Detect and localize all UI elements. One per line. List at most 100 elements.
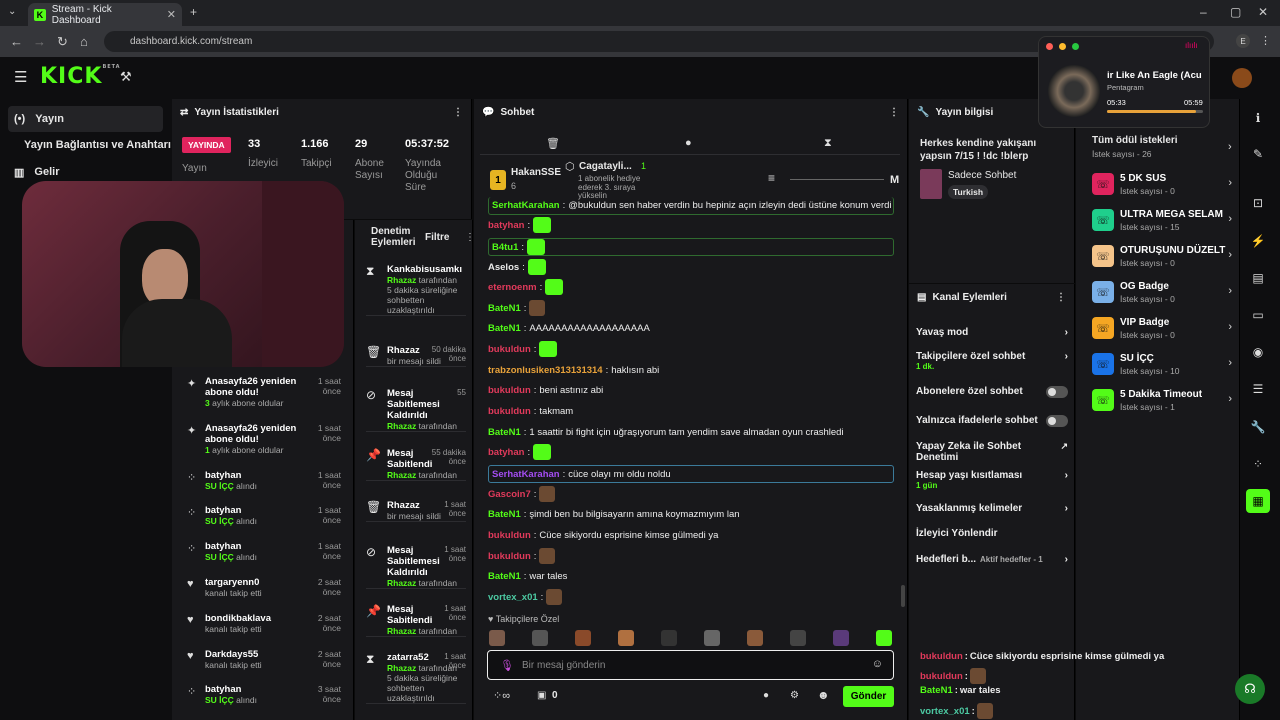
new-tab-icon[interactable]: + <box>190 5 197 19</box>
follower-avatar[interactable] <box>704 630 720 646</box>
follower-avatar[interactable] <box>833 630 849 646</box>
chat-scrollbar[interactable] <box>901 585 905 607</box>
channel-action-item[interactable]: Hesap yaşı kısıtlaması 1 gün › <box>916 470 1068 490</box>
chat-username[interactable]: B4tu1 <box>492 242 518 253</box>
reward-item[interactable]: ☏ 5 DK SUS İstek sayısı - 0 › <box>1092 171 1236 201</box>
emoji-icon[interactable]: ☺ <box>872 658 883 670</box>
mic-icon[interactable]: 🎙 <box>500 659 514 672</box>
channel-action-item[interactable]: Yapay Zeka ile Sohbet Denetimi ↗ <box>916 441 1068 463</box>
chat-username[interactable]: eternoenm <box>488 282 537 293</box>
chat-username[interactable]: vortex_x01 <box>488 592 538 603</box>
chat-username[interactable]: trabzonlusiken313131314 <box>488 365 603 376</box>
chat-settings-bubble-icon[interactable]: ● <box>763 690 769 701</box>
minimize-icon[interactable]: – <box>1200 5 1207 19</box>
all-rewards-label[interactable]: Tüm ödül istekleri <box>1092 135 1178 146</box>
lightning-icon[interactable]: ⚡ <box>1246 229 1270 253</box>
all-rewards-arrow-icon[interactable]: › <box>1228 141 1232 153</box>
follower-avatar[interactable] <box>489 630 505 646</box>
follower-avatar[interactable] <box>747 630 763 646</box>
reward-item[interactable]: ☏ SU İÇÇ İstek sayısı - 10 › <box>1092 351 1236 381</box>
top-gifter-name[interactable]: HakanSSE <box>511 167 561 178</box>
chat-username[interactable]: SerhatKarahan <box>492 200 560 211</box>
channel-action-item[interactable]: Yasaklanmış kelimeler › <box>916 503 1068 514</box>
kick-logo[interactable]: KICKBETA <box>40 64 121 89</box>
chat-input-box[interactable]: 🎙 Bir mesaj gönderin ☺ <box>487 650 894 680</box>
user-avatar[interactable] <box>1232 68 1252 88</box>
hamburger-icon[interactable]: ☰ <box>14 68 27 86</box>
chat-bubble-icon[interactable]: ● <box>685 137 692 149</box>
chat-username[interactable]: bukuldun <box>488 406 531 417</box>
chat-username[interactable]: bukuldun <box>488 551 531 562</box>
home-icon[interactable]: ⌂ <box>80 34 88 49</box>
chat-menu-icon[interactable]: ⋮ <box>889 107 899 118</box>
dots-icon[interactable]: ⁘ <box>1246 452 1270 476</box>
chat-username[interactable]: BateN1 <box>488 323 521 334</box>
send-button[interactable]: Gönder <box>843 686 894 707</box>
stats-menu-icon[interactable]: ⋮ <box>453 107 463 118</box>
channel-action-item[interactable]: Takipçilere özel sohbet 1 dk. › <box>916 351 1068 371</box>
follower-avatar[interactable] <box>618 630 634 646</box>
channel-action-item[interactable]: Abonelere özel sohbet <box>916 386 1068 398</box>
minimize-dot-icon[interactable] <box>1059 43 1066 50</box>
browser-menu-icon[interactable]: ⋮ <box>1260 34 1271 47</box>
tab-list-icon[interactable]: ⌄ <box>8 6 16 17</box>
toggle-switch[interactable] <box>1046 415 1068 427</box>
reward-item[interactable]: ☏ OG Badge İstek sayısı - 0 › <box>1092 279 1236 309</box>
chat-username[interactable]: BateN1 <box>488 509 521 520</box>
gear-icon[interactable]: ⚙ <box>790 690 799 701</box>
chat-rail-icon[interactable]: ▭ <box>1246 303 1270 327</box>
back-icon[interactable]: ← <box>10 34 23 49</box>
reward-item[interactable]: ☏ OTURUŞUNU DÜZELT İstek sayısı - 0 › <box>1092 243 1236 273</box>
follower-avatar[interactable] <box>532 630 548 646</box>
wrench-rail-icon[interactable]: 🔧 <box>1246 415 1270 439</box>
document-icon[interactable]: ▤ <box>1246 266 1270 290</box>
nav-item-stream[interactable]: (•) Yayın <box>8 106 163 132</box>
close-dot-icon[interactable] <box>1046 43 1053 50</box>
close-tab-icon[interactable]: ✕ <box>167 8 176 21</box>
hourglass-icon[interactable]: ⧗ <box>824 137 832 150</box>
chat-username[interactable]: BateN1 <box>488 571 521 582</box>
points-icon[interactable]: ⁘∞ <box>493 689 510 702</box>
channel-action-item[interactable]: Yalnızca ifadelerle sohbet <box>916 415 1068 427</box>
follower-avatar[interactable] <box>876 630 892 646</box>
follower-avatar[interactable] <box>661 630 677 646</box>
info-icon[interactable]: ℹ <box>1246 106 1270 130</box>
chat-username[interactable]: SerhatKarahan <box>492 469 560 480</box>
profile-avatar[interactable]: E <box>1236 34 1250 48</box>
reward-item[interactable]: ☏ 5 Dakika Timeout İstek sayısı - 1 › <box>1092 387 1236 417</box>
chat-username[interactable]: bukuldun <box>488 344 531 355</box>
channel-action-item[interactable]: Hedefleri b... Aktif hedefler - 1 › <box>916 554 1068 565</box>
chat-username[interactable]: Gascoin7 <box>488 489 531 500</box>
nav-item-stream-key[interactable]: Yayın Bağlantısı ve Anahtarı <box>18 132 173 158</box>
kick-app-icon[interactable]: ▦ <box>1246 489 1270 513</box>
chat-username[interactable]: bukuldun <box>488 530 531 541</box>
tag-chip[interactable]: Turkish <box>948 185 989 199</box>
reward-item[interactable]: ☏ ULTRA MEGA SELAM İstek sayısı - 15 › <box>1092 207 1236 237</box>
follower-avatar[interactable] <box>575 630 591 646</box>
maximize-icon[interactable]: ▢ <box>1230 5 1241 19</box>
close-window-icon[interactable]: ✕ <box>1258 5 1268 19</box>
chat-username[interactable]: batyhan <box>488 447 524 458</box>
forward-icon[interactable]: → <box>33 34 46 49</box>
chat-username[interactable]: BateN1 <box>488 303 521 314</box>
tools-icon[interactable]: ⚒ <box>120 69 132 85</box>
trash-icon[interactable]: 🗑 <box>546 137 560 150</box>
emote-picker-icon[interactable]: ☻ <box>817 688 830 702</box>
gift-user[interactable]: Cagatayli... <box>579 161 632 172</box>
layout-icon[interactable]: ☰ <box>1246 377 1270 401</box>
chat-username[interactable]: bukuldun <box>488 385 531 396</box>
track-progress-bar[interactable] <box>1107 110 1203 113</box>
pencil-icon[interactable]: ✎ <box>1246 142 1270 166</box>
moderation-filter-button[interactable]: Filtre <box>425 232 449 243</box>
broadcast-rail-icon[interactable]: ◉ <box>1246 340 1270 364</box>
browser-tab[interactable]: K Stream - Kick Dashboard ✕ <box>28 3 182 26</box>
maximize-dot-icon[interactable] <box>1072 43 1079 50</box>
reward-item[interactable]: ☏ VIP Badge İstek sayısı - 0 › <box>1092 315 1236 345</box>
support-headset-icon[interactable]: ☊ <box>1235 674 1265 704</box>
follower-avatar[interactable] <box>790 630 806 646</box>
chat-username[interactable]: BateN1 <box>488 427 521 438</box>
reload-icon[interactable]: ↻ <box>57 34 68 50</box>
chat-username[interactable]: Aselos <box>488 262 519 273</box>
channel-action-item[interactable]: İzleyici Yönlendir <box>916 528 1068 539</box>
sort-icon[interactable]: ≡ <box>768 171 775 185</box>
